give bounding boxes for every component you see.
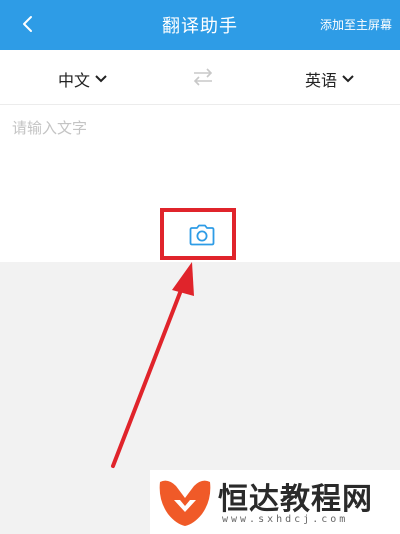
watermark-name: 恒达教程网 (218, 482, 373, 517)
target-language-select[interactable]: 英语 (305, 67, 354, 91)
watermark-url: www.sxhdcj.com (222, 514, 349, 525)
add-to-home-button[interactable]: 添加至主屏幕 (320, 16, 392, 33)
camera-button[interactable] (187, 221, 217, 249)
source-language-select[interactable]: 中文 (58, 67, 107, 91)
chevron-down-icon (342, 75, 354, 83)
app-header: 翻译助手 添加至主屏幕 (0, 0, 400, 50)
text-input[interactable] (12, 117, 388, 207)
source-language-label: 中文 (58, 71, 91, 90)
watermark: 恒达教程网 www.sxhdcj.com (150, 470, 400, 534)
language-bar: 中文 英语 (0, 50, 400, 105)
camera-icon (189, 224, 215, 246)
chevron-left-icon (23, 16, 32, 32)
back-button[interactable] (14, 10, 42, 38)
swap-arrows-icon (193, 68, 213, 86)
swap-languages-button[interactable] (190, 66, 216, 88)
target-language-label: 英语 (304, 71, 337, 90)
logo-icon (159, 480, 211, 526)
chevron-down-icon (95, 75, 107, 83)
